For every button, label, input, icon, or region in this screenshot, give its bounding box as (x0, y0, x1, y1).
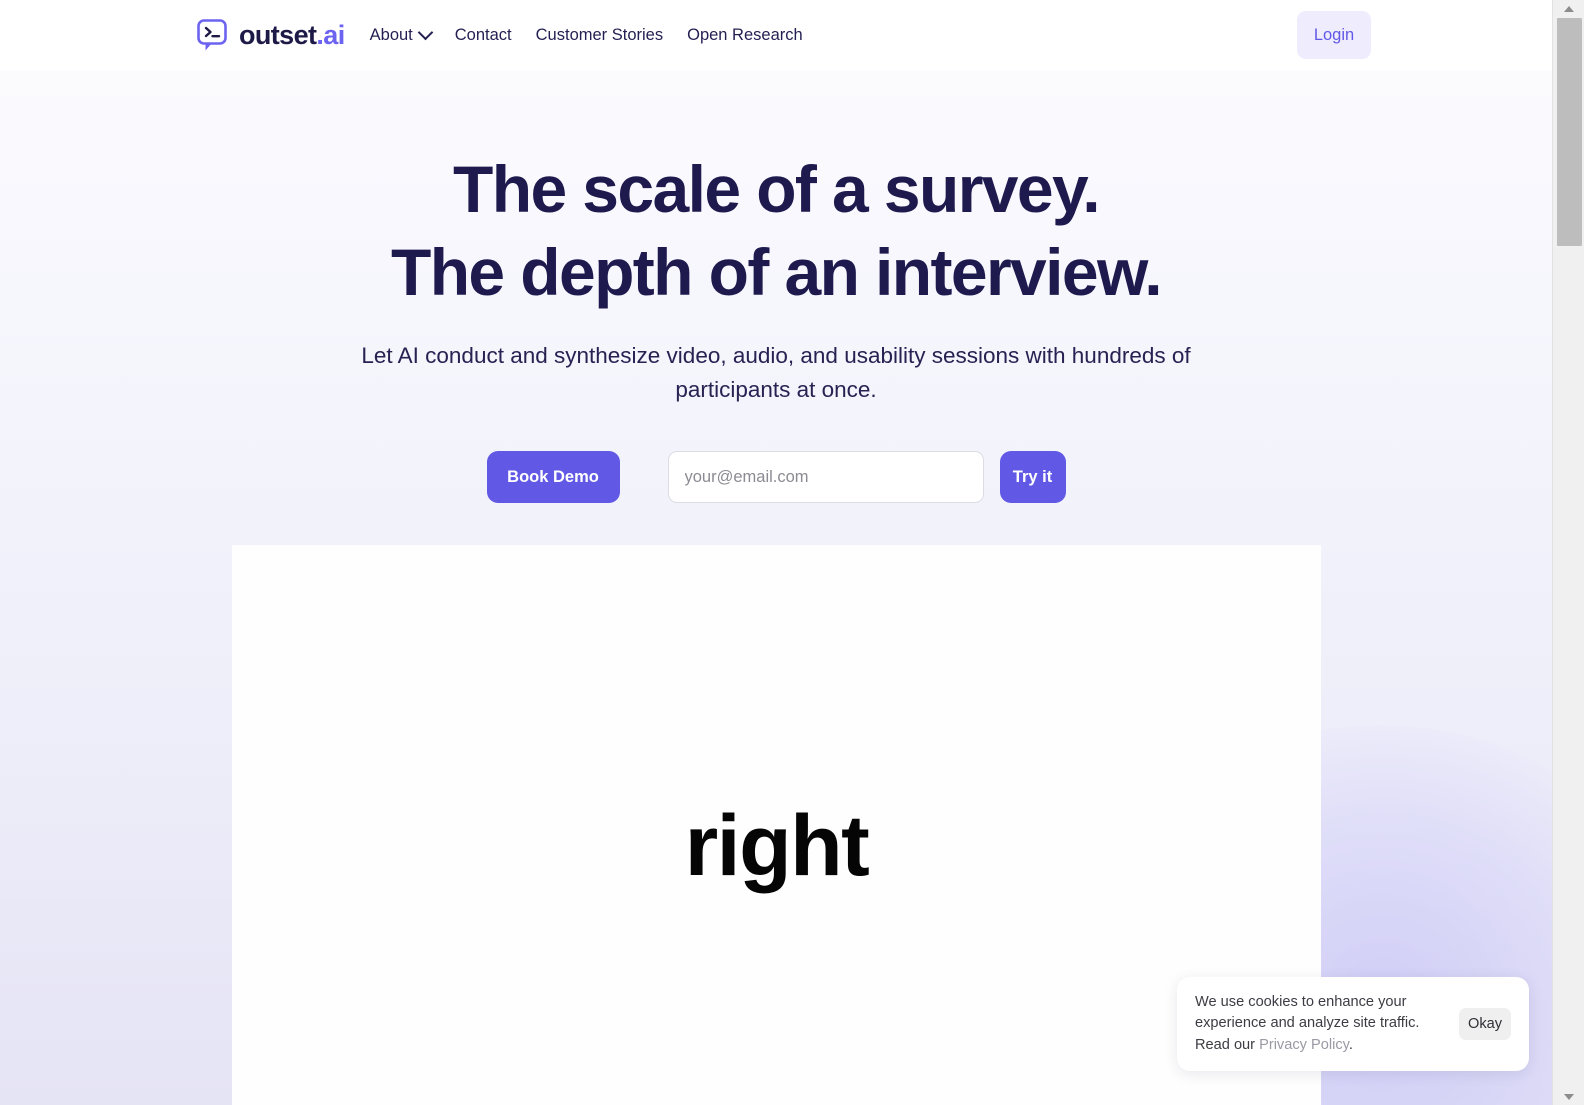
headline-line-2: The depth of an interview. (390, 234, 1163, 309)
vertical-scrollbar[interactable] (1552, 0, 1584, 1105)
hero-media-card[interactable]: right (232, 545, 1321, 1105)
primary-navigation: About Contact Customer Stories Open Rese… (369, 22, 804, 49)
triangle-down-icon (1564, 1093, 1574, 1100)
browser-viewport: outset.ai About Contact Customer Stories… (0, 0, 1584, 1105)
hero-subheadline: Let AI conduct and synthesize video, aud… (361, 343, 1191, 403)
nav-item-open-research[interactable]: Open Research (686, 22, 804, 49)
hero-cta-row: Book Demo Try it (0, 451, 1552, 504)
book-demo-button[interactable]: Book Demo (486, 451, 620, 504)
media-caption-word: right (684, 798, 870, 894)
cookie-consent-text: We use cookies to enhance your experienc… (1195, 992, 1447, 1056)
page-canvas: outset.ai About Contact Customer Stories… (0, 0, 1552, 1105)
terminal-speech-bubble-icon (197, 19, 227, 51)
nav-item-customer-stories[interactable]: Customer Stories (535, 22, 664, 49)
cookie-consent-banner: We use cookies to enhance your experienc… (1177, 977, 1529, 1071)
brand-name-suffix: .ai (316, 19, 345, 50)
email-input[interactable] (667, 451, 984, 504)
brand-logo-link[interactable]: outset.ai (196, 18, 345, 52)
site-header: outset.ai About Contact Customer Stories… (0, 0, 1552, 70)
nav-item-contact[interactable]: Contact (454, 22, 513, 49)
scrollbar-thumb[interactable] (1557, 18, 1582, 246)
cookie-text-part2: . (1348, 1036, 1353, 1053)
nav-label-customer-stories: Customer Stories (535, 25, 664, 44)
nav-item-about[interactable]: About (369, 22, 434, 49)
headline-line-1: The scale of a survey. (453, 152, 1101, 226)
page-title: The scale of a survey. The depth of an i… (0, 148, 1552, 313)
brand-name-primary: outset (239, 19, 317, 50)
chevron-down-icon (417, 24, 434, 40)
nav-label-about: About (369, 25, 413, 44)
scroll-down-arrow-icon[interactable] (1553, 1088, 1584, 1105)
try-it-button[interactable]: Try it (999, 451, 1066, 504)
cookie-okay-button[interactable]: Okay (1459, 1008, 1511, 1040)
privacy-policy-link[interactable]: Privacy Policy (1259, 1037, 1349, 1053)
nav-label-contact: Contact (454, 25, 512, 44)
triangle-up-icon (1564, 5, 1574, 12)
brand-wordmark: outset.ai (239, 19, 345, 50)
hero-section: The scale of a survey. The depth of an i… (0, 70, 1552, 504)
login-button[interactable]: Login (1297, 11, 1371, 59)
email-signup-form: Try it (667, 451, 1066, 504)
nav-label-open-research: Open Research (687, 25, 803, 44)
scroll-up-arrow-icon[interactable] (1553, 0, 1584, 17)
